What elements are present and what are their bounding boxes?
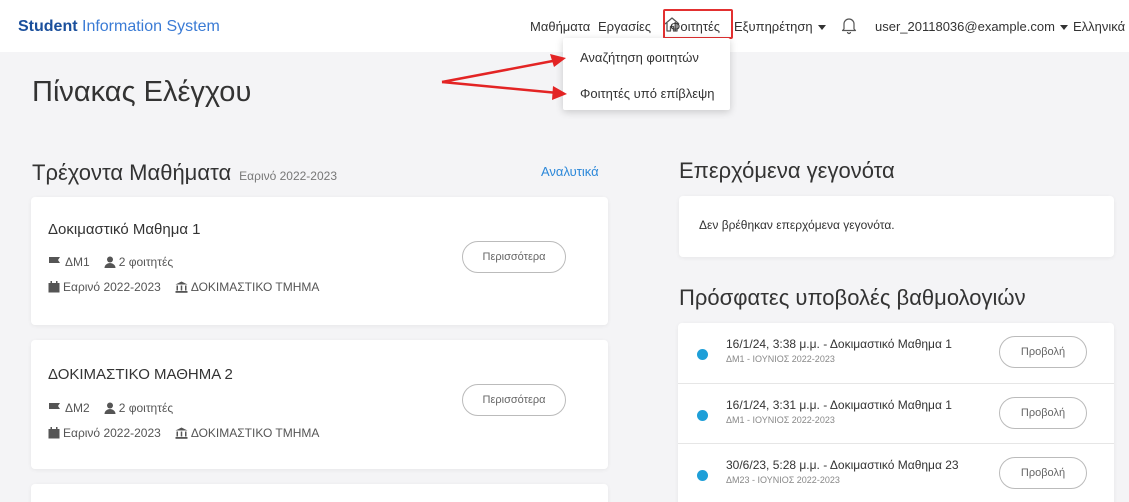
list-item: 16/1/24, 3:31 μ.μ. - Δοκιμαστικό Μαθημα … [678,383,1114,443]
view-button[interactable]: Προβολή [999,457,1087,489]
nav-user-menu[interactable]: user_20118036@example.com [875,19,1068,34]
course-code: ΔΜ2 [65,401,90,415]
course-meta-row-1: ΔΜ1 2 φοιτητές [48,255,173,269]
more-button[interactable]: Περισσότερα [462,241,566,273]
course-students: 2 φοιτητές [118,401,174,415]
grade-submission-title: 16/1/24, 3:31 μ.μ. - Δοκιμαστικό Μαθημα … [726,398,952,412]
status-dot [697,470,708,481]
list-item: 30/6/23, 5:28 μ.μ. - Δοκιμαστικό Μαθημα … [678,443,1114,502]
upcoming-events-title: Επερχόμενα γεγονότα [679,158,895,183]
grade-submission-title: 30/6/23, 5:28 μ.μ. - Δοκιμαστικό Μαθημα … [726,458,959,472]
course-code: ΔΜ1 [65,255,90,269]
user-email: user_20118036@example.com [875,19,1055,34]
course-card-partial [31,484,608,502]
brand-rest: Information System [77,18,220,35]
recent-grades-list: 16/1/24, 3:38 μ.μ. - Δοκιμαστικό Μαθημα … [678,323,1114,502]
calendar-icon [48,427,60,439]
view-button[interactable]: Προβολή [999,336,1087,368]
course-meta-row-2: Εαρινό 2022-2023 ΔΟΚΙΜΑΣΤΙΚΟ ΤΜΗΜΑ [48,426,319,440]
language-label: Ελληνικά [1073,19,1126,34]
nav-services[interactable]: Εξυπηρέτηση [734,19,826,34]
institution-icon [175,427,188,439]
current-courses-period: Εαρινό 2022-2023 [239,169,337,183]
calendar-icon [48,281,60,293]
course-period: Εαρινό 2022-2023 [63,280,161,294]
course-department: ΔΟΚΙΜΑΣΤΙΚΟ ΤΜΗΜΑ [190,280,320,294]
flag-icon [49,257,60,267]
status-dot [697,349,708,360]
current-courses-heading: Τρέχοντα Μαθήματα Εαρινό 2022-2023 [32,160,337,186]
list-item: 16/1/24, 3:38 μ.μ. - Δοκιμαστικό Μαθημα … [678,323,1114,383]
status-dot [697,410,708,421]
user-icon [104,402,116,414]
grade-submission-subtitle: ΔΜ1 - ΙΟΥΝΙΟΣ 2022-2023 [726,354,835,364]
course-period: Εαρινό 2022-2023 [63,426,161,440]
course-department: ΔΟΚΙΜΑΣΤΙΚΟ ΤΜΗΜΑ [190,426,320,440]
analytics-link[interactable]: Αναλυτικά [541,164,599,179]
flag-icon [49,403,60,413]
course-card: Δοκιμαστικό Μαθημα 1 ΔΜ1 2 φοιτητές Εαρι… [31,197,608,325]
more-button[interactable]: Περισσότερα [462,384,566,416]
course-students: 2 φοιτητές [118,255,174,269]
no-events-text: Δεν βρέθηκαν επερχόμενα γεγονότα. [699,218,895,232]
brand-logo-text[interactable]: Student Information System [18,18,220,36]
course-card: ΔΟΚΙΜΑΣΤΙΚΟ ΜΑΘΗΜΑ 2 ΔΜ2 2 φοιτητές Εαρι… [31,340,608,469]
chevron-down-icon [1059,25,1068,31]
grade-submission-title: 16/1/24, 3:38 μ.μ. - Δοκιμαστικό Μαθημα … [726,337,952,351]
upcoming-events-card: Δεν βρέθηκαν επερχόμενα γεγονότα. [679,196,1114,257]
current-courses-title: Τρέχοντα Μαθήματα [32,160,232,185]
course-meta-row-2: Εαρινό 2022-2023 ΔΟΚΙΜΑΣΤΙΚΟ ΤΜΗΜΑ [48,280,319,294]
course-title: Δοκιμαστικό Μαθημα 1 [48,221,201,238]
students-highlight-box [663,9,733,39]
nav-assignments[interactable]: Εργασίες [598,19,651,34]
menu-item-search-students[interactable]: Αναζήτηση φοιτητών [580,50,699,65]
institution-icon [175,281,188,293]
page-title: Πίνακας Ελέγχου [32,76,252,108]
nav-language[interactable]: Ελληνικά [1073,19,1129,34]
brand-bold: Student [18,18,78,35]
grade-submission-subtitle: ΔΜ1 - ΙΟΥΝΙΟΣ 2022-2023 [726,415,835,425]
annotation-arrows [441,54,567,100]
view-button[interactable]: Προβολή [999,397,1087,429]
recent-grades-title: Πρόσφατες υποβολές βαθμολογιών [679,285,1026,310]
menu-item-supervised-students[interactable]: Φοιτητές υπό επίβλεψη [580,86,715,101]
course-title: ΔΟΚΙΜΑΣΤΙΚΟ ΜΑΘΗΜΑ 2 [48,366,233,383]
user-icon [104,256,116,268]
bell-icon[interactable] [840,15,858,35]
nav-services-label: Εξυπηρέτηση [734,19,813,34]
grade-submission-subtitle: ΔΜ23 - ΙΟΥΝΙΟΣ 2022-2023 [726,475,840,485]
course-meta-row-1: ΔΜ2 2 φοιτητές [48,401,173,415]
chevron-down-icon [817,25,826,31]
nav-courses[interactable]: Μαθήματα [530,19,590,34]
students-dropdown-menu: Αναζήτηση φοιτητών Φοιτητές υπό επίβλεψη [563,38,730,110]
